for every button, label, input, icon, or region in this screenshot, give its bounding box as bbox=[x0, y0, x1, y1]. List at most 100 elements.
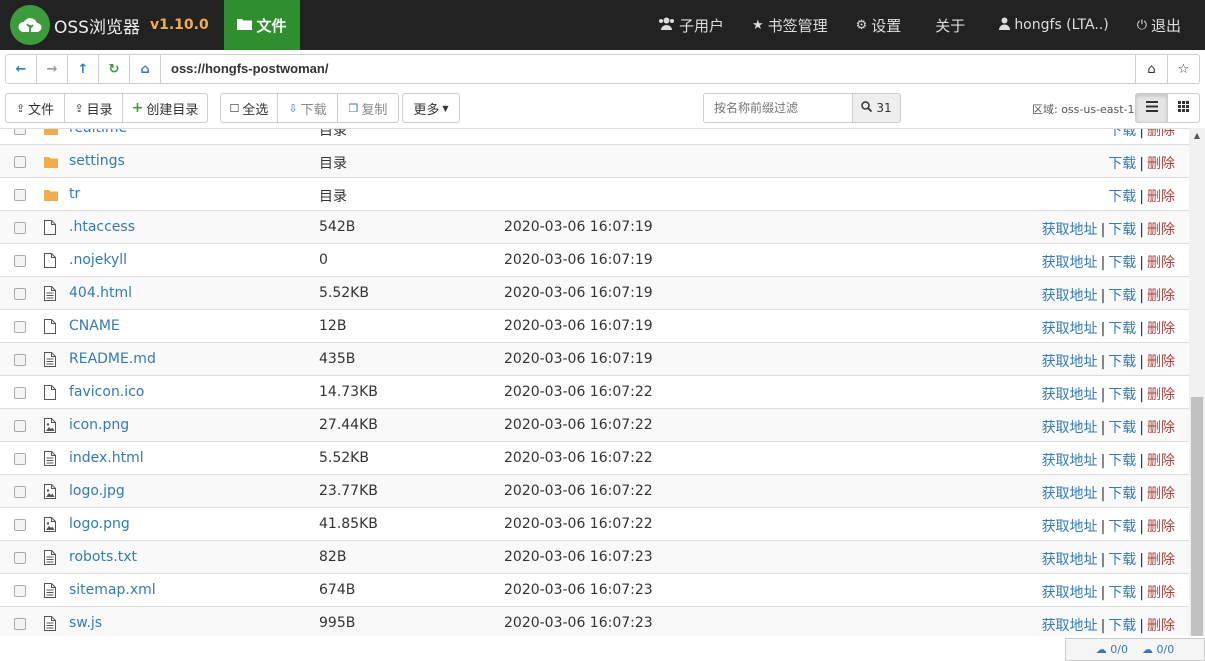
up-button[interactable]: ↑ bbox=[68, 55, 99, 83]
download-link[interactable]: 下载 bbox=[1108, 585, 1136, 601]
upload-status[interactable]: ☁ 0/0 bbox=[1096, 643, 1128, 656]
download-link[interactable]: 下载 bbox=[1108, 618, 1136, 634]
download-link[interactable]: 下载 bbox=[1108, 387, 1136, 403]
filter-input[interactable] bbox=[703, 93, 853, 123]
download-link[interactable]: 下载 bbox=[1108, 519, 1136, 535]
file-name-link[interactable]: logo.png bbox=[69, 516, 130, 532]
download-button[interactable]: ⇩ 下载 bbox=[277, 93, 338, 123]
row-checkbox[interactable] bbox=[14, 156, 26, 168]
nav-settings[interactable]: ⚙ 设置 bbox=[842, 0, 916, 50]
table-row[interactable]: favicon.ico 14.73KB 2020-03-06 16:07:22 获取地… bbox=[0, 376, 1189, 409]
select-all-button[interactable]: ☐ 全选 bbox=[220, 93, 278, 123]
download-link[interactable]: 下载 bbox=[1108, 156, 1136, 172]
row-checkbox[interactable] bbox=[14, 585, 26, 597]
table-row[interactable]: sw.js 995B 2020-03-06 16:07:23 获取地址 | 下载 | 删除 bbox=[0, 607, 1189, 636]
transfer-status[interactable]: ☁ 0/0 ☁ 0/0 bbox=[1065, 638, 1205, 661]
table-row[interactable]: index.html 5.52KB 2020-03-06 16:07:22 获取地址 |… bbox=[0, 442, 1189, 475]
table-row[interactable]: CNAME 12B 2020-03-06 16:07:19 获取地址 | 下载 | 删除 bbox=[0, 310, 1189, 343]
get-url-link[interactable]: 获取地址 bbox=[1042, 486, 1098, 502]
file-name-link[interactable]: sitemap.xml bbox=[69, 582, 156, 598]
upload-file-button[interactable]: ⇪ 文件 bbox=[5, 93, 65, 123]
delete-link[interactable]: 删除 bbox=[1147, 189, 1175, 205]
bookmark-button[interactable]: ☆ bbox=[1167, 55, 1199, 83]
get-url-link[interactable]: 获取地址 bbox=[1042, 255, 1098, 271]
table-row[interactable]: settings 目录 下载 | 删除 bbox=[0, 145, 1189, 178]
download-link[interactable]: 下载 bbox=[1108, 453, 1136, 469]
row-checkbox[interactable] bbox=[14, 222, 26, 234]
table-row[interactable]: .nojekyll 0 2020-03-06 16:07:19 获取地址 | 下载 | 删除 bbox=[0, 244, 1189, 277]
delete-link[interactable]: 删除 bbox=[1147, 387, 1175, 403]
row-checkbox[interactable] bbox=[14, 552, 26, 564]
table-row[interactable]: sitemap.xml 674B 2020-03-06 16:07:23 获取地址 | 下… bbox=[0, 574, 1189, 607]
row-checkbox[interactable] bbox=[14, 387, 26, 399]
nav-about[interactable]: 关于 bbox=[915, 0, 985, 50]
row-checkbox[interactable] bbox=[14, 321, 26, 333]
list-view-button[interactable] bbox=[1135, 93, 1168, 123]
row-checkbox[interactable] bbox=[14, 255, 26, 267]
table-row[interactable]: icon.png 27.44KB 2020-03-06 16:07:22 获取地址 | 下… bbox=[0, 409, 1189, 442]
row-checkbox[interactable] bbox=[14, 129, 26, 135]
get-url-link[interactable]: 获取地址 bbox=[1042, 585, 1098, 601]
delete-link[interactable]: 删除 bbox=[1147, 519, 1175, 535]
nav-logout[interactable]: ⏻ 退出 bbox=[1123, 0, 1205, 50]
get-url-link[interactable]: 获取地址 bbox=[1042, 453, 1098, 469]
table-row[interactable]: tr 目录 下载 | 删除 bbox=[0, 178, 1189, 211]
delete-link[interactable]: 删除 bbox=[1147, 156, 1175, 172]
delete-link[interactable]: 删除 bbox=[1147, 486, 1175, 502]
row-checkbox[interactable] bbox=[14, 354, 26, 366]
nav-subusers[interactable]: 子用户 bbox=[644, 0, 738, 50]
row-checkbox[interactable] bbox=[14, 453, 26, 465]
grid-view-button[interactable] bbox=[1167, 93, 1200, 123]
file-name-link[interactable]: robots.txt bbox=[69, 549, 137, 565]
get-url-link[interactable]: 获取地址 bbox=[1042, 354, 1098, 370]
file-name-link[interactable]: index.html bbox=[69, 450, 144, 466]
delete-link[interactable]: 删除 bbox=[1147, 618, 1175, 634]
row-checkbox[interactable] bbox=[14, 618, 26, 630]
file-name-link[interactable]: .htaccess bbox=[69, 219, 135, 235]
file-name-link[interactable]: tr bbox=[69, 186, 80, 202]
table-row[interactable]: logo.jpg 23.77KB 2020-03-06 16:07:22 获取地址 | 下… bbox=[0, 475, 1189, 508]
download-link[interactable]: 下载 bbox=[1108, 321, 1136, 337]
file-name-link[interactable]: 404.html bbox=[69, 285, 132, 301]
get-url-link[interactable]: 获取地址 bbox=[1042, 288, 1098, 304]
refresh-button[interactable]: ↻ bbox=[99, 55, 130, 83]
get-url-link[interactable]: 获取地址 bbox=[1042, 420, 1098, 436]
download-link[interactable]: 下载 bbox=[1108, 288, 1136, 304]
row-checkbox[interactable] bbox=[14, 519, 26, 531]
download-link[interactable]: 下载 bbox=[1108, 222, 1136, 238]
download-link[interactable]: 下载 bbox=[1108, 129, 1136, 139]
back-button[interactable]: ← bbox=[6, 55, 37, 83]
delete-link[interactable]: 删除 bbox=[1147, 420, 1175, 436]
tab-files[interactable]: 文件 bbox=[224, 0, 300, 50]
delete-link[interactable]: 删除 bbox=[1147, 552, 1175, 568]
address-input[interactable] bbox=[161, 55, 1136, 83]
get-url-link[interactable]: 获取地址 bbox=[1042, 519, 1098, 535]
home-button[interactable]: ⌂ bbox=[130, 55, 161, 83]
delete-link[interactable]: 删除 bbox=[1147, 453, 1175, 469]
upload-dir-button[interactable]: ⇪ 目录 bbox=[64, 93, 123, 123]
copy-button[interactable]: ❐ 复制 bbox=[337, 93, 399, 123]
table-row[interactable]: logo.png 41.85KB 2020-03-06 16:07:22 获取地址 | 下… bbox=[0, 508, 1189, 541]
scrollbar-thumb[interactable] bbox=[1191, 397, 1203, 636]
file-name-link[interactable]: realtime bbox=[69, 129, 127, 136]
get-url-link[interactable]: 获取地址 bbox=[1042, 222, 1098, 238]
delete-link[interactable]: 删除 bbox=[1147, 288, 1175, 304]
address-home-button[interactable]: ⌂ bbox=[1135, 55, 1167, 83]
forward-button[interactable]: → bbox=[37, 55, 68, 83]
table-row[interactable]: .htaccess 542B 2020-03-06 16:07:19 获取地址 | 下载 |… bbox=[0, 211, 1189, 244]
table-row[interactable]: README.md 435B 2020-03-06 16:07:19 获取地址 | 下载 |… bbox=[0, 343, 1189, 376]
file-name-link[interactable]: .nojekyll bbox=[69, 252, 127, 268]
download-link[interactable]: 下载 bbox=[1108, 189, 1136, 205]
download-link[interactable]: 下载 bbox=[1108, 552, 1136, 568]
more-dropdown[interactable]: 更多 ▼ bbox=[402, 93, 460, 123]
table-row[interactable]: 404.html 5.52KB 2020-03-06 16:07:19 获取地址 | 下载… bbox=[0, 277, 1189, 310]
row-checkbox[interactable] bbox=[14, 486, 26, 498]
row-checkbox[interactable] bbox=[14, 189, 26, 201]
download-link[interactable]: 下载 bbox=[1108, 255, 1136, 271]
file-name-link[interactable]: README.md bbox=[69, 351, 156, 367]
file-name-link[interactable]: favicon.ico bbox=[69, 384, 144, 400]
get-url-link[interactable]: 获取地址 bbox=[1042, 552, 1098, 568]
delete-link[interactable]: 删除 bbox=[1147, 321, 1175, 337]
table-row[interactable]: robots.txt 82B 2020-03-06 16:07:23 获取地址 | 下载 |… bbox=[0, 541, 1189, 574]
download-link[interactable]: 下载 bbox=[1108, 420, 1136, 436]
